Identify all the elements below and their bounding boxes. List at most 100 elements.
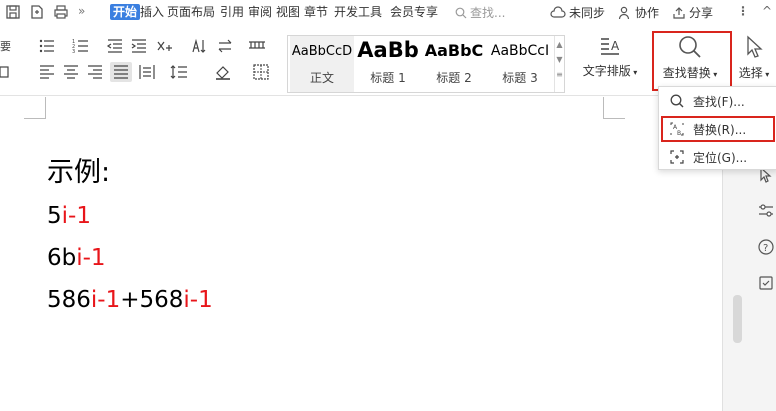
style-name: 正文 [309, 71, 334, 85]
numbered-list-icon[interactable]: 123 [72, 38, 90, 55]
help-icon[interactable]: ? [757, 238, 775, 256]
menu-item-label: 定位(G)... [693, 150, 748, 165]
vertical-scrollbar[interactable] [733, 295, 742, 343]
align-center-icon[interactable] [62, 64, 80, 80]
decrease-indent-icon[interactable] [106, 38, 124, 54]
document-page[interactable]: 示例: 5i-1 6bi-1 586i-1+568i-1 [0, 97, 722, 411]
sort-icon[interactable] [190, 38, 208, 54]
chinese-layout-icon[interactable] [156, 38, 174, 54]
bullet-list-icon[interactable] [38, 38, 56, 54]
select-label: 选择 [738, 66, 763, 80]
styles-scroll[interactable]: ▲ ▼ ≡ [554, 36, 564, 92]
sync-label: 未同步 [569, 6, 606, 20]
dropdown-arrow-icon: ▾ [630, 68, 638, 77]
style-name: 标题 3 [502, 71, 538, 85]
doc-text-red: i-1 [183, 287, 213, 313]
doc-text: 6b [47, 245, 77, 271]
svg-text:3: 3 [72, 49, 75, 54]
more-chevron-icon[interactable]: » [78, 4, 96, 22]
cursor-icon [747, 35, 763, 58]
style-normal[interactable]: AaBbCcD 正文 [290, 36, 354, 92]
share-button[interactable]: 分享 [672, 4, 713, 21]
find-replace-highlight [652, 31, 732, 91]
tab-insert[interactable]: 插入 [140, 4, 164, 20]
doc-text: +568 [120, 287, 184, 313]
menu-bar: » 开始 插入 页面布局 引用 审阅 视图 章节 开发工具 会员专享 查找...… [0, 0, 776, 24]
page-corner-mark [603, 97, 625, 119]
search-input[interactable]: 查找... [455, 4, 505, 21]
sync-status[interactable]: 未同步 [550, 4, 605, 21]
settings-sliders-icon[interactable] [757, 202, 775, 220]
doc-text-red: i-1 [61, 203, 91, 229]
style-heading-2[interactable]: AaBbC 标题 2 [422, 36, 486, 92]
cloud-sync-icon [550, 5, 566, 18]
tab-review[interactable]: 审阅 [248, 4, 272, 20]
find-replace-dropdown: 查找(F)... AB 替换(R)... 定位(G)... [658, 86, 776, 170]
shading-icon[interactable] [214, 64, 232, 80]
svg-text:A: A [611, 39, 620, 53]
tab-home[interactable]: 开始 [110, 4, 141, 20]
tab-chapter[interactable]: 章节 [304, 4, 328, 20]
tab-page-layout[interactable]: 页面布局 [167, 4, 215, 20]
text-layout-label: 文字排版 [582, 64, 631, 78]
collapse-icon[interactable]: ^ [762, 4, 772, 18]
more-vertical-icon[interactable]: ⋮ [737, 4, 749, 18]
style-sample: AaBbCcD [291, 44, 353, 59]
text-layout-button[interactable]: A 文字排版 ▾ [580, 34, 640, 79]
locate-icon [670, 150, 684, 164]
expand-icon[interactable]: ≡ [555, 70, 564, 79]
text-layout-icon: A [601, 38, 620, 55]
scroll-up-icon[interactable]: ▲ [555, 40, 564, 49]
select-button[interactable]: 选择 ▾ [732, 34, 776, 81]
styles-gallery: AaBbCcD 正文 AaBb 标题 1 AaBbC 标题 2 AaBbCcI … [287, 35, 565, 93]
print-icon[interactable] [52, 3, 70, 21]
style-sample: AaBbCcI [490, 43, 550, 59]
scroll-down-icon[interactable]: ▼ [555, 55, 564, 64]
dropdown-arrow-icon: ▾ [762, 70, 770, 79]
paragraph-marks-icon[interactable] [216, 38, 234, 54]
save-icon[interactable] [4, 3, 22, 21]
svg-text:?: ? [763, 243, 768, 254]
menu-item-goto[interactable]: 定位(G)... [659, 146, 776, 168]
style-sample: AaBbC [424, 41, 484, 60]
svg-text:要: 要 [0, 40, 11, 53]
search-icon [455, 7, 467, 18]
export-pdf-icon[interactable] [28, 3, 46, 21]
menu-item-find[interactable]: 查找(F)... [659, 90, 776, 112]
tab-member[interactable]: 会员专享 [390, 4, 438, 20]
line-spacing-icon[interactable] [170, 64, 188, 80]
style-heading-1[interactable]: AaBb 标题 1 [356, 36, 420, 92]
wps-writer-window: » 开始 插入 页面布局 引用 审阅 视图 章节 开发工具 会员专享 查找...… [0, 0, 776, 411]
increase-indent-icon[interactable] [130, 38, 148, 54]
style-sample: AaBb [357, 38, 419, 62]
style-heading-3[interactable]: AaBbCcI 标题 3 [488, 36, 552, 92]
style-name: 标题 1 [370, 71, 406, 85]
checklist-icon[interactable] [757, 274, 775, 292]
align-left-icon[interactable] [38, 64, 56, 80]
search-icon [670, 94, 684, 108]
justify-icon[interactable] [110, 62, 132, 82]
person-icon [618, 6, 630, 19]
phonetic-icon[interactable]: 要 [0, 38, 14, 54]
doc-heading: 示例: [47, 157, 111, 188]
borders-icon[interactable] [252, 64, 270, 80]
border-icon[interactable] [0, 64, 10, 80]
doc-line-3: 586i-1+568i-1 [47, 287, 213, 313]
tab-references[interactable]: 引用 [220, 4, 244, 20]
tab-developer[interactable]: 开发工具 [334, 4, 382, 20]
search-placeholder: 查找... [470, 6, 506, 20]
collab-button[interactable]: 协作 [618, 4, 659, 21]
distribute-icon[interactable] [138, 64, 156, 80]
doc-text-red: i-1 [90, 287, 121, 313]
doc-line-1: 5i-1 [47, 203, 91, 229]
doc-text-red: i-1 [76, 245, 106, 271]
align-right-icon[interactable] [86, 64, 104, 80]
tab-stops-icon[interactable] [248, 38, 266, 54]
menu-item-label: 查找(F)... [693, 94, 745, 109]
doc-text: 5 [47, 203, 62, 229]
replace-highlight [661, 116, 775, 142]
tab-view[interactable]: 视图 [276, 4, 300, 20]
share-label: 分享 [689, 6, 714, 20]
style-name: 标题 2 [436, 71, 472, 85]
doc-line-2: 6bi-1 [47, 245, 106, 271]
